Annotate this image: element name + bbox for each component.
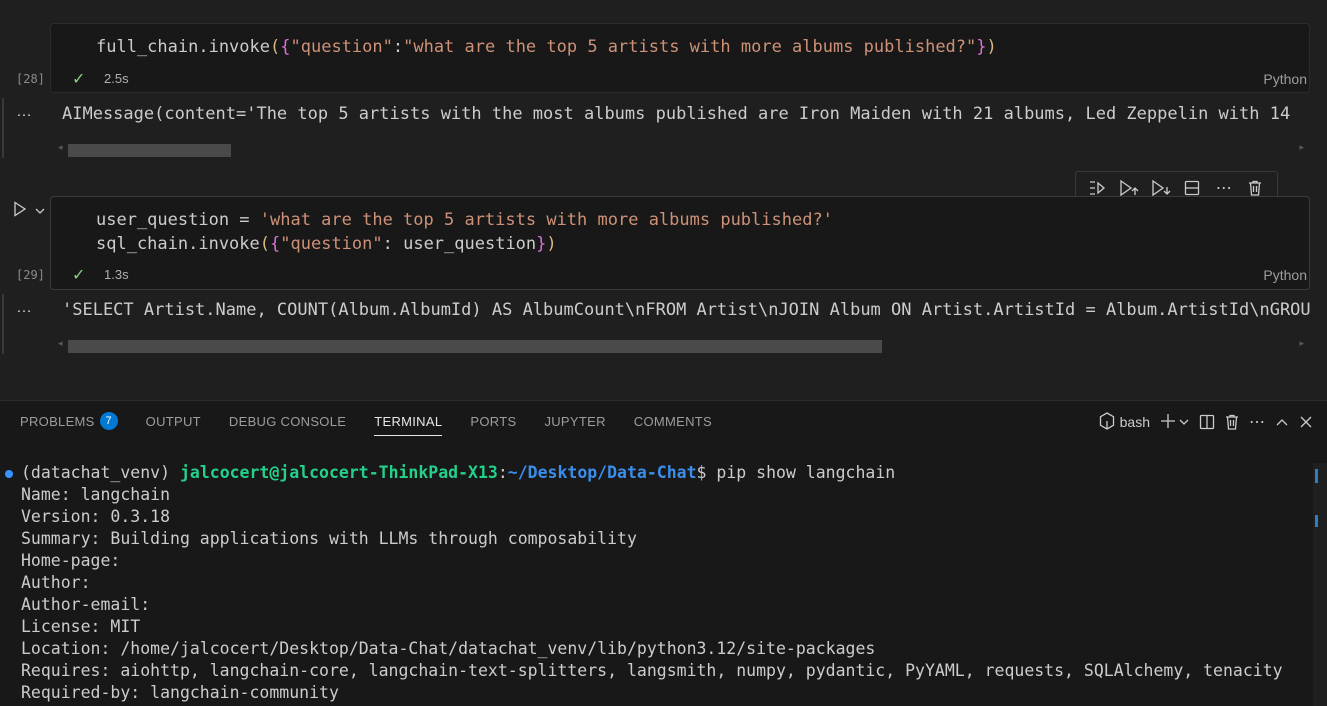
scroll-left-icon[interactable]: ◂ bbox=[58, 142, 63, 153]
code-cell-29[interactable]: user_question = 'what are the top 5 arti… bbox=[50, 196, 1310, 290]
panel-tabs: PROBLEMS 7 OUTPUT DEBUG CONSOLE TERMINAL PORT… bbox=[20, 401, 712, 441]
success-check-icon: ✓ bbox=[72, 267, 86, 284]
terminal-line: Author-email: bbox=[21, 595, 161, 614]
command-decoration-icon[interactable] bbox=[5, 470, 13, 478]
prompt-command: pip show langchain bbox=[716, 463, 896, 482]
chevron-down-icon bbox=[1179, 414, 1189, 430]
terminal-scrollbar[interactable] bbox=[1313, 463, 1327, 706]
terminal-line: Summary: Building applications with LLMs… bbox=[21, 529, 637, 548]
code-token: ( bbox=[270, 37, 281, 57]
code-token: "question" bbox=[290, 37, 393, 57]
success-check-icon: ✓ bbox=[72, 71, 86, 88]
terminal-line: License: MIT bbox=[21, 617, 141, 636]
cell-language-label[interactable]: Python bbox=[1263, 267, 1307, 283]
output-scrollbar[interactable]: ◂ ▸ bbox=[58, 142, 1310, 157]
execution-duration: 1.3s bbox=[104, 267, 129, 282]
code-token: } bbox=[536, 234, 547, 254]
new-terminal-button[interactable] bbox=[1160, 409, 1189, 435]
code-token: "question" bbox=[280, 234, 383, 254]
scroll-right-icon[interactable]: ▸ bbox=[1299, 338, 1304, 349]
tab-label: DEBUG CONSOLE bbox=[228, 413, 347, 429]
scrollbar-thumb[interactable] bbox=[68, 144, 231, 157]
scrollbar-marker bbox=[1315, 515, 1318, 527]
venv-name: (datachat_venv) bbox=[21, 463, 180, 482]
chevron-down-icon[interactable] bbox=[35, 203, 45, 221]
execution-count: [28] bbox=[16, 72, 45, 86]
code-token: 'what are the top 5 artists with more al… bbox=[259, 210, 833, 230]
terminal-line: Name: langchain bbox=[21, 485, 171, 504]
notebook-editor: full_chain.invoke({"question":"what are … bbox=[0, 0, 1327, 400]
output-actions-icon[interactable]: … bbox=[16, 103, 33, 121]
terminal-line: Version: 0.3.18 bbox=[21, 507, 171, 526]
code-cell-28[interactable]: full_chain.invoke({"question":"what are … bbox=[50, 23, 1310, 93]
tab-ports[interactable]: PORTS bbox=[470, 401, 516, 441]
code-token: : user_question bbox=[382, 234, 537, 254]
terminal-prompt-line: (datachat_venv) jalcocert@jalcocert-Thin… bbox=[21, 463, 895, 482]
tab-label: TERMINAL bbox=[374, 413, 443, 429]
panel-actions: bash ⋯ bbox=[1099, 409, 1313, 435]
tab-comments[interactable]: COMMENTS bbox=[634, 401, 712, 441]
prompt-path: ~/Desktop/Data-Chat bbox=[507, 463, 697, 482]
bottom-panel: PROBLEMS 7 OUTPUT DEBUG CONSOLE TERMINAL PORT… bbox=[0, 400, 1327, 706]
terminal-profile-icon bbox=[1099, 411, 1115, 433]
output-scrollbar[interactable]: ◂ ▸ bbox=[58, 338, 1310, 353]
cell-output: 'SELECT Artist.Name, COUNT(Album.AlbumId… bbox=[62, 300, 1310, 320]
terminal-line: Requires: aiohttp, langchain-core, langc… bbox=[21, 661, 1283, 680]
output-focus-bar bbox=[2, 98, 4, 158]
scroll-right-icon[interactable]: ▸ bbox=[1299, 142, 1304, 153]
scrollbar-marker bbox=[1315, 469, 1318, 483]
prompt-symbol: $ bbox=[696, 463, 717, 482]
close-panel-icon[interactable] bbox=[1299, 409, 1313, 435]
output-actions-icon[interactable]: … bbox=[16, 299, 33, 317]
prompt-user: jalcocert@jalcocert-ThinkPad-X13 bbox=[179, 463, 498, 482]
tab-label: PORTS bbox=[470, 413, 517, 429]
tab-debug-console[interactable]: DEBUG CONSOLE bbox=[229, 401, 346, 441]
code-token: "what are the top 5 artists with more al… bbox=[403, 37, 977, 57]
tab-terminal[interactable]: TERMINAL bbox=[374, 401, 443, 441]
code-token: ( bbox=[259, 234, 271, 254]
kill-terminal-icon[interactable] bbox=[1225, 409, 1239, 435]
scroll-left-icon[interactable]: ◂ bbox=[58, 338, 63, 349]
tab-label: COMMENTS bbox=[633, 413, 713, 429]
terminal-name: bash bbox=[1119, 414, 1150, 430]
tab-jupyter[interactable]: JUPYTER bbox=[544, 401, 605, 441]
split-terminal-icon[interactable] bbox=[1199, 409, 1215, 435]
code-token: ) bbox=[986, 37, 997, 57]
problems-count-badge: 7 bbox=[99, 412, 118, 430]
tab-label: JUPYTER bbox=[544, 413, 606, 429]
plus-icon bbox=[1160, 413, 1176, 432]
terminal-selector[interactable]: bash bbox=[1099, 409, 1150, 435]
code-token: } bbox=[976, 37, 987, 57]
code-token: ) bbox=[546, 234, 557, 254]
tab-label: PROBLEMS bbox=[20, 413, 95, 429]
maximize-panel-icon[interactable] bbox=[1275, 409, 1289, 435]
cell-language-label[interactable]: Python bbox=[1263, 71, 1307, 87]
code-token: : bbox=[392, 37, 404, 57]
output-focus-bar bbox=[2, 294, 4, 354]
terminal-line: Author: bbox=[21, 573, 101, 592]
execution-count: [29] bbox=[16, 268, 45, 282]
tab-output[interactable]: OUTPUT bbox=[146, 401, 201, 441]
code-token: { bbox=[270, 234, 281, 254]
code-token: user_question = bbox=[96, 210, 260, 230]
code-token: { bbox=[280, 37, 291, 57]
tab-label: OUTPUT bbox=[145, 413, 201, 429]
cell-output: AIMessage(content='The top 5 artists wit… bbox=[62, 104, 1291, 124]
execution-duration: 2.5s bbox=[104, 71, 129, 86]
terminal-line: Required-by: langchain-community bbox=[21, 683, 339, 702]
code-token: full_chain.invoke bbox=[96, 37, 270, 57]
prompt-separator: : bbox=[497, 463, 508, 482]
more-actions-icon[interactable]: ⋯ bbox=[1249, 409, 1265, 435]
code-line[interactable]: sql_chain.invoke({"question": user_quest… bbox=[96, 234, 557, 254]
terminal-output[interactable]: (datachat_venv) jalcocert@jalcocert-Thin… bbox=[0, 463, 1310, 706]
run-cell-icon[interactable] bbox=[13, 201, 27, 222]
code-line[interactable]: full_chain.invoke({"question":"what are … bbox=[96, 37, 997, 57]
terminal-line: Location: /home/jalcocert/Desktop/Data-C… bbox=[21, 639, 876, 658]
terminal-line: Home-page: bbox=[21, 551, 131, 570]
code-token: sql_chain.invoke bbox=[96, 234, 260, 254]
scrollbar-thumb[interactable] bbox=[68, 340, 882, 353]
tab-problems[interactable]: PROBLEMS 7 bbox=[20, 401, 118, 441]
code-line[interactable]: user_question = 'what are the top 5 arti… bbox=[96, 210, 833, 230]
